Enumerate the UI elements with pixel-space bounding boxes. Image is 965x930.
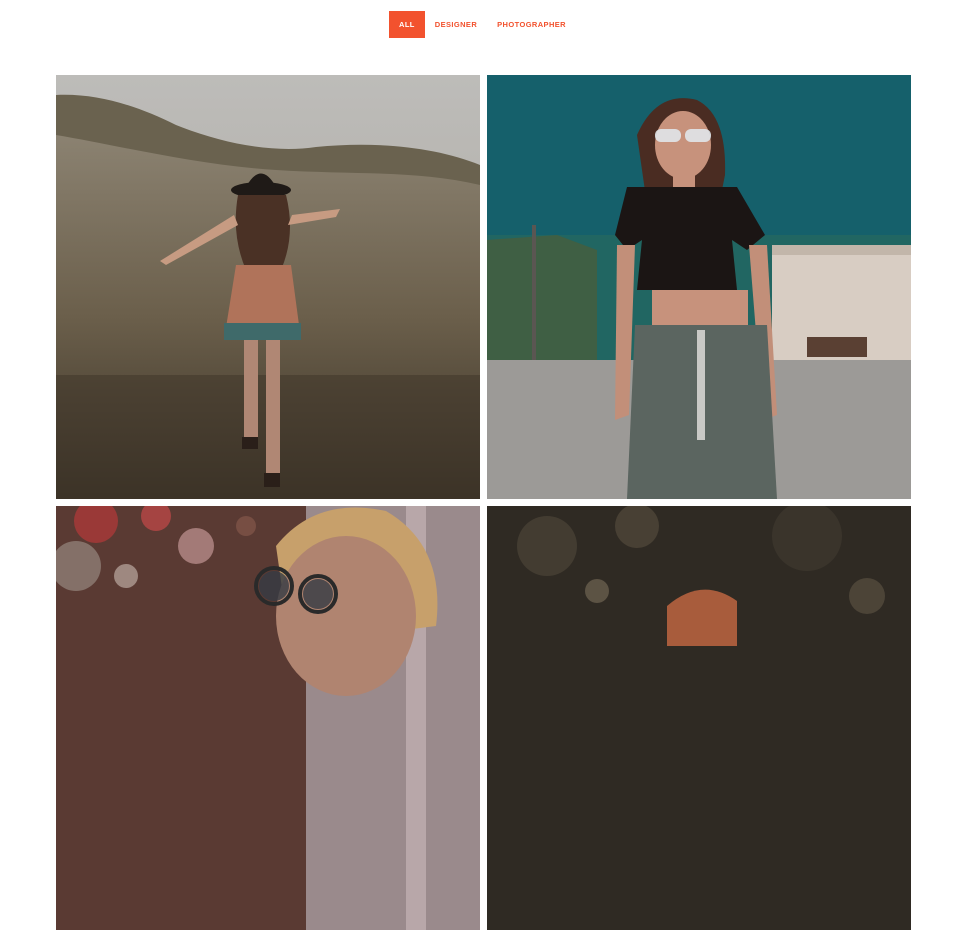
- filter-photographer-button[interactable]: PHOTOGRAPHER: [487, 11, 576, 38]
- gallery-photo-parking-lot: [487, 75, 911, 499]
- gallery-item-2[interactable]: [487, 75, 911, 499]
- gallery-item-1[interactable]: [56, 75, 480, 499]
- gallery-photo-field: [56, 75, 480, 499]
- gallery-item-4[interactable]: [487, 506, 911, 930]
- gallery-photo-dark-bokeh: [487, 506, 911, 930]
- filter-all-button[interactable]: ALL: [389, 11, 425, 38]
- gallery-photo-sunglasses-bokeh: [56, 506, 480, 930]
- filter-designer-button[interactable]: DESIGNER: [425, 11, 487, 38]
- portfolio-filter-bar: ALL DESIGNER PHOTOGRAPHER: [0, 11, 965, 38]
- gallery-item-3[interactable]: [56, 506, 480, 930]
